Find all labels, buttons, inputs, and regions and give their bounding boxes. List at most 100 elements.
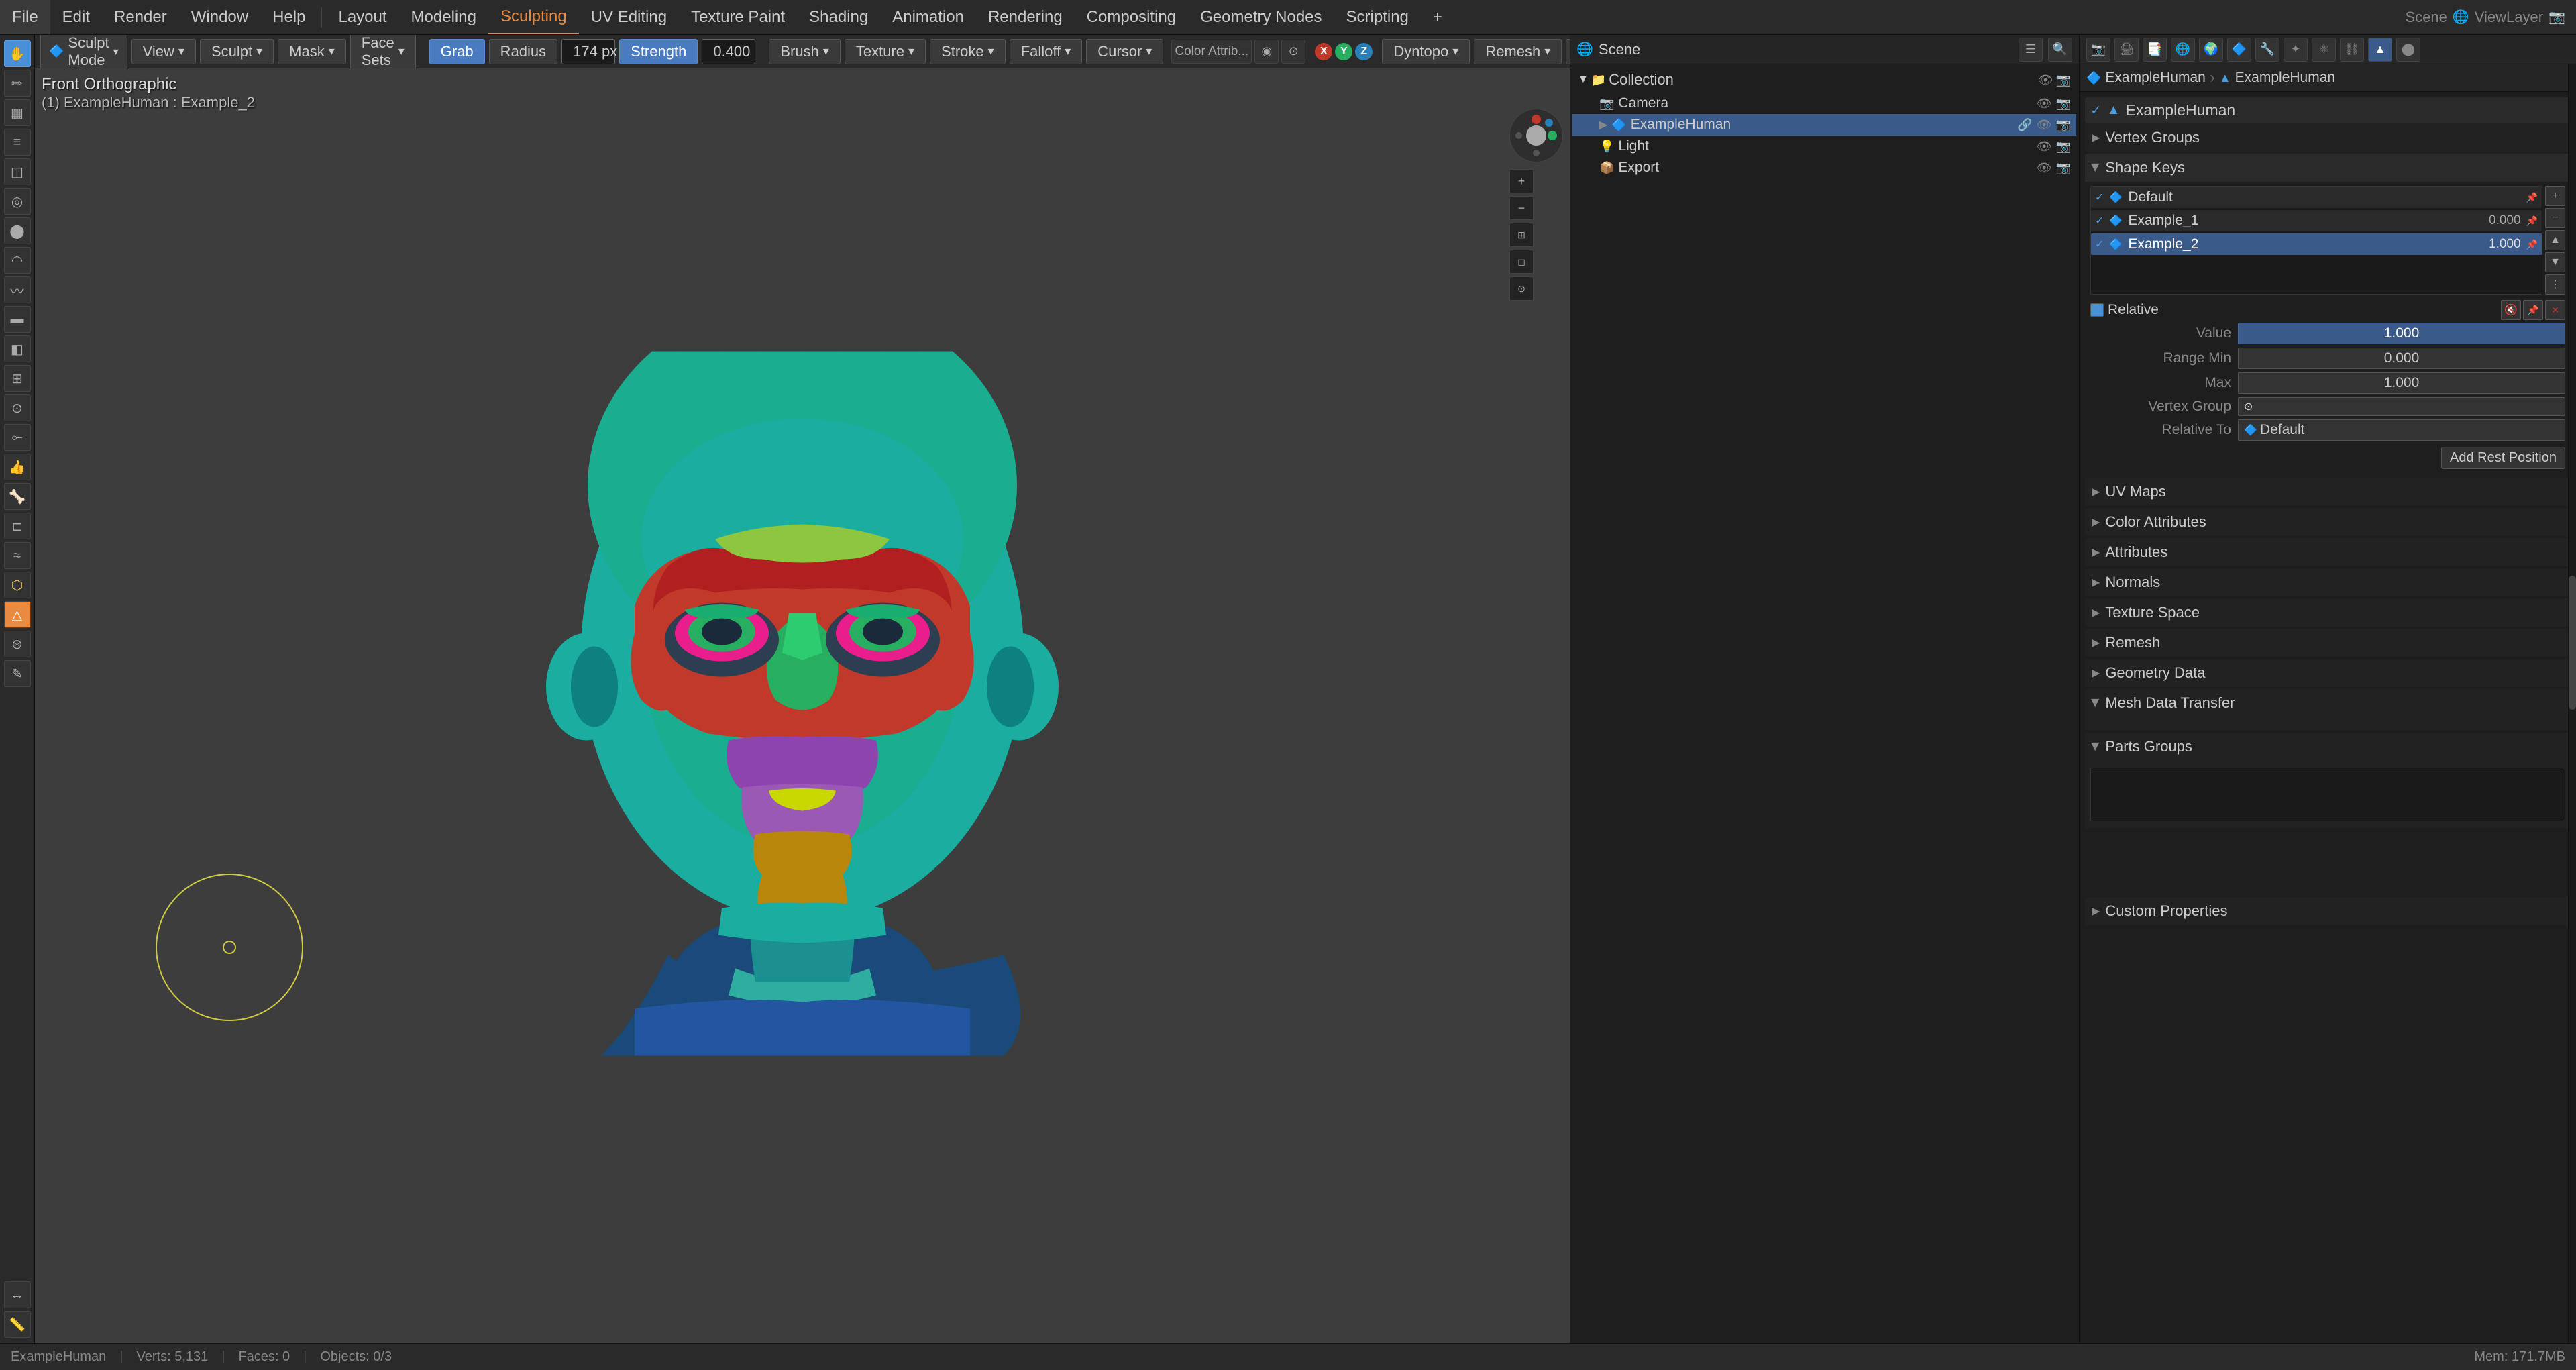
tool-transform[interactable]: ↔: [4, 1281, 31, 1308]
strength-label[interactable]: Strength: [619, 39, 698, 64]
vertex-groups-header[interactable]: ▶ Vertex Groups: [2085, 123, 2571, 152]
tool-measure[interactable]: 📏: [4, 1311, 31, 1338]
axis-z[interactable]: Z: [1355, 43, 1373, 60]
breadcrumb-mesh[interactable]: ExampleHuman: [2235, 70, 2335, 86]
tab-geometry-nodes[interactable]: Geometry Nodes: [1188, 0, 1334, 34]
prop-tab-world[interactable]: 🌍: [2199, 38, 2223, 62]
value-input[interactable]: 1.000: [2238, 323, 2565, 344]
strength-value[interactable]: 0.400: [702, 39, 755, 64]
sk-pin-default[interactable]: 📌: [2526, 192, 2538, 203]
tab-modeling[interactable]: Modeling: [399, 0, 488, 34]
outliner-filter-btn[interactable]: ☰: [2019, 38, 2043, 62]
cam-ortho-btn[interactable]: ⊞: [1509, 223, 1534, 247]
radius-value[interactable]: 174 px: [561, 39, 615, 64]
cursor-btn[interactable]: Cursor: [1086, 39, 1163, 64]
shape-key-example1[interactable]: ✓ 🔷 Example_1 0.000 📌: [2091, 210, 2542, 231]
sk-up-btn[interactable]: ▲: [2545, 230, 2565, 250]
prop-tab-output[interactable]: 🖨: [2114, 38, 2139, 62]
custom-properties-header[interactable]: ▶ Custom Properties: [2085, 897, 2571, 925]
prop-tab-particles[interactable]: ✦: [2284, 38, 2308, 62]
sk-check-ex1[interactable]: ✓: [2095, 214, 2104, 227]
mask-menu[interactable]: Mask: [278, 39, 346, 64]
tool-clay-strips[interactable]: ≡: [4, 129, 31, 156]
overlay-toggle[interactable]: ⊙: [1281, 40, 1305, 64]
sk-check-ex2[interactable]: ✓: [2095, 238, 2104, 251]
cam-local-btn[interactable]: ⊙: [1509, 276, 1534, 301]
tab-shading[interactable]: Shading: [797, 0, 880, 34]
prop-tab-scene[interactable]: 🌐: [2171, 38, 2195, 62]
tab-animation[interactable]: Animation: [880, 0, 976, 34]
sk-pin-ex1[interactable]: 📌: [2526, 215, 2538, 227]
prop-tab-physics[interactable]: ⚛: [2312, 38, 2336, 62]
tool-pose[interactable]: 🦴: [4, 483, 31, 510]
sk-pin-all-btn[interactable]: 📌: [2523, 300, 2543, 320]
outliner-collection-header[interactable]: ▼ 📁 Collection 👁 📷: [1572, 67, 2076, 93]
prop-tab-viewlayer[interactable]: 📑: [2143, 38, 2167, 62]
outliner-item-examplehuman[interactable]: ▶ 🔷 ExampleHuman 🔗 👁 📷: [1572, 114, 2076, 136]
color-attributes-header[interactable]: ▶ Color Attributes: [2085, 508, 2571, 536]
outliner-item-export[interactable]: 📦 Export 👁 📷: [1572, 157, 2076, 178]
relative-to-input[interactable]: 🔷 Default: [2238, 419, 2565, 441]
tool-scrape[interactable]: ⊞: [4, 365, 31, 392]
tool-crease[interactable]: ◠: [4, 247, 31, 274]
sk-close-btn[interactable]: ✕: [2545, 300, 2565, 320]
tool-cloth[interactable]: ≈: [4, 542, 31, 569]
sk-pin-ex2[interactable]: 📌: [2526, 239, 2538, 250]
tool-annotate[interactable]: ✎: [4, 660, 31, 687]
tab-compositing[interactable]: Compositing: [1075, 0, 1188, 34]
tab-add[interactable]: +: [1421, 0, 1454, 34]
menu-file[interactable]: File: [0, 0, 50, 34]
tab-scripting[interactable]: Scripting: [1334, 0, 1421, 34]
tool-blob[interactable]: ⬤: [4, 217, 31, 244]
max-input[interactable]: 1.000: [2238, 372, 2565, 394]
sculpt-mode-selector[interactable]: 🔷 Sculpt Mode: [40, 31, 127, 72]
menu-edit[interactable]: Edit: [50, 0, 102, 34]
tool-clay[interactable]: ▦: [4, 99, 31, 126]
falloff-btn[interactable]: Falloff: [1010, 39, 1083, 64]
tool-flatten[interactable]: ▬: [4, 306, 31, 333]
sculpt-menu[interactable]: Sculpt: [200, 39, 274, 64]
properties-scrollbar[interactable]: [2568, 64, 2576, 1343]
tool-layer[interactable]: ◫: [4, 158, 31, 185]
tool-smooth[interactable]: 〰: [4, 276, 31, 303]
color-dropdown[interactable]: Color Attrib...: [1171, 40, 1252, 64]
prop-tab-material[interactable]: ⬤: [2396, 38, 2420, 62]
prop-tab-mesh-data[interactable]: ▲: [2368, 38, 2392, 62]
tool-boundary[interactable]: ⊏: [4, 513, 31, 539]
shape-key-default[interactable]: ✓ 🔷 Default 📌: [2091, 187, 2542, 208]
tab-rendering[interactable]: Rendering: [976, 0, 1075, 34]
sk-mute-btn[interactable]: 🔇: [2501, 300, 2521, 320]
tool-draw-face-sets[interactable]: △: [4, 601, 31, 628]
sk-add-btn[interactable]: +: [2545, 186, 2565, 206]
obj-header-name[interactable]: ExampleHuman: [2126, 101, 2565, 119]
geometry-data-header[interactable]: ▶ Geometry Data: [2085, 659, 2571, 687]
prop-tab-render[interactable]: 📷: [2086, 38, 2110, 62]
cam-persp-btn[interactable]: ◻: [1509, 250, 1534, 274]
axis-y[interactable]: Y: [1335, 43, 1352, 60]
tab-texture-paint[interactable]: Texture Paint: [679, 0, 797, 34]
add-rest-btn[interactable]: Add Rest Position: [2441, 447, 2565, 469]
face-sets-menu[interactable]: Face Sets: [350, 30, 416, 73]
zoom-in-btn[interactable]: +: [1509, 169, 1534, 193]
texture-btn[interactable]: Texture: [845, 39, 926, 64]
tab-sculpting[interactable]: Sculpting: [488, 0, 579, 34]
attributes-header[interactable]: ▶ Attributes: [2085, 538, 2571, 566]
menu-render[interactable]: Render: [102, 0, 179, 34]
brush-name-btn[interactable]: Grab: [429, 39, 485, 64]
axis-x[interactable]: X: [1315, 43, 1332, 60]
orientation-gizmo[interactable]: [1509, 109, 1563, 162]
shape-key-example2[interactable]: ✓ 🔷 Example_2 1.000 📌: [2091, 233, 2542, 255]
breadcrumb-obj[interactable]: ExampleHuman: [2105, 70, 2205, 86]
tool-pinch[interactable]: ⊙: [4, 394, 31, 421]
tool-multires[interactable]: ⊛: [4, 631, 31, 657]
range-min-input[interactable]: 0.000: [2238, 348, 2565, 369]
outliner-search-btn[interactable]: 🔍: [2048, 38, 2072, 62]
mesh-data-transfer-header[interactable]: ▶ Mesh Data Transfer: [2085, 689, 2571, 717]
relative-checkbox[interactable]: [2090, 303, 2104, 317]
menu-window[interactable]: Window: [179, 0, 260, 34]
obj-header-check[interactable]: ✓: [2090, 102, 2102, 119]
tool-thumb[interactable]: 👍: [4, 454, 31, 480]
vertex-group-input[interactable]: ⊙: [2238, 397, 2565, 416]
shape-keys-header[interactable]: ▶ Shape Keys: [2085, 154, 2571, 182]
collection-render[interactable]: 📷: [2056, 73, 2071, 87]
